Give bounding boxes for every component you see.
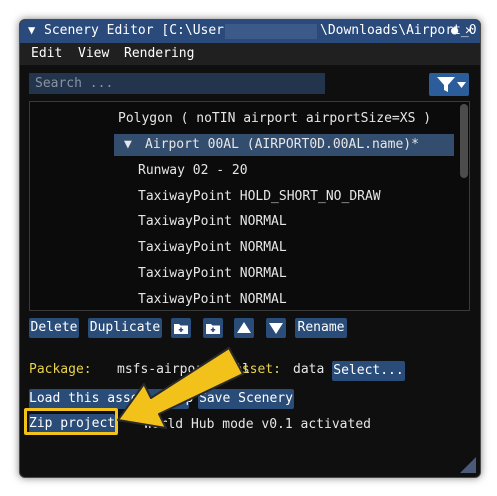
arrow-icon (117, 347, 244, 429)
callout-arrow (117, 347, 244, 429)
